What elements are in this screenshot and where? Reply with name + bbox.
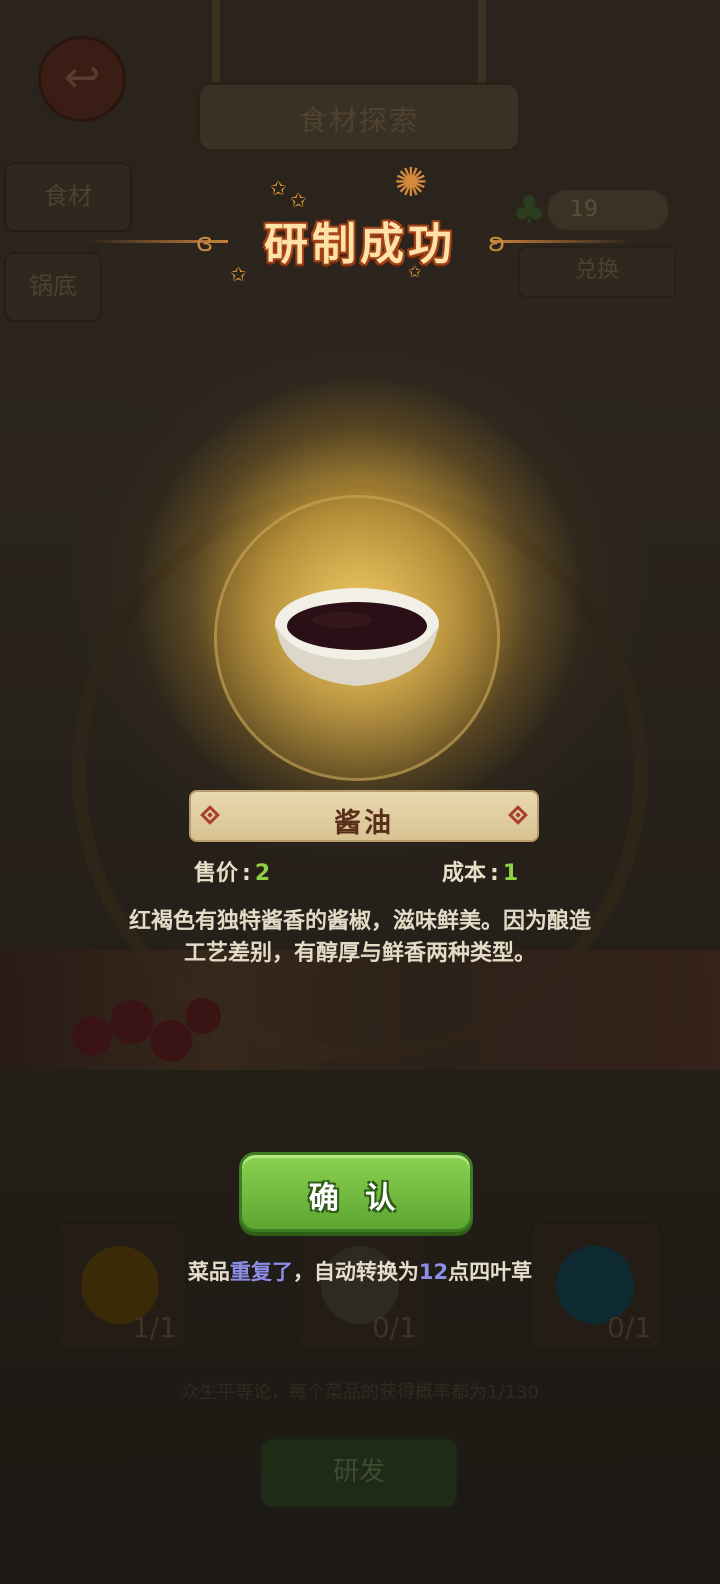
- notice-suffix: 点四叶草: [448, 1260, 533, 1284]
- soy-sauce-bowl-icon: [275, 588, 439, 686]
- item-description: 红褐色有独特酱香的酱椒，滋味鲜美。因为酿造 工艺差别，有醇厚与鲜香两种类型。: [60, 906, 660, 970]
- dish-card[interactable]: 0/1: [530, 1222, 662, 1350]
- dish-count: 1/1: [131, 1311, 177, 1344]
- notice-middle: ，自动转换为: [292, 1260, 419, 1284]
- confirm-button[interactable]: 确 认: [239, 1152, 473, 1232]
- develop-button[interactable]: 研发: [260, 1438, 458, 1508]
- notice-duplicate: 重复了: [229, 1260, 293, 1284]
- cost-value: 1: [502, 861, 519, 886]
- berry-icon: [72, 1016, 112, 1056]
- description-line: 工艺差别，有醇厚与鲜香两种类型。: [183, 941, 536, 966]
- notice-clover-amount: 12: [418, 1260, 449, 1284]
- back-arrow-icon: ↩: [63, 52, 101, 103]
- dish-card[interactable]: 0/1: [295, 1222, 427, 1350]
- dish-count: 0/1: [371, 1311, 417, 1344]
- item-name: 酱油: [334, 808, 394, 839]
- price-stat: 售价:2: [194, 861, 271, 886]
- back-button[interactable]: ↩: [38, 36, 126, 122]
- description-line: 红褐色有独特酱香的酱椒，滋味鲜美。因为酿造: [128, 909, 591, 934]
- dish-count: 0/1: [606, 1311, 652, 1344]
- price-value: 2: [254, 861, 271, 886]
- page-title-sign: 食材探索: [197, 82, 521, 152]
- probability-rule-text: 众生平等论，每个菜品的获得概率都为1/130: [181, 1382, 539, 1403]
- sign-rope: [212, 0, 220, 90]
- page-title: 食材探索: [298, 104, 419, 137]
- star-icon: ✩: [270, 176, 287, 200]
- price-label: 售价: [194, 861, 239, 886]
- cost-label: 成本: [442, 861, 487, 886]
- berry-icon: [185, 998, 221, 1034]
- popup-title: 研制成功: [264, 219, 456, 270]
- berry-icon: [110, 1000, 154, 1044]
- berry-icon: [150, 1020, 192, 1062]
- sign-rope: [478, 0, 486, 90]
- cost-stat: 成本:1: [442, 861, 519, 886]
- confirm-button-label: 确 认: [308, 1181, 404, 1216]
- notice-prefix: 菜品: [187, 1260, 230, 1284]
- dish-card[interactable]: 1/1: [55, 1222, 187, 1350]
- sunburst-icon: ✺: [394, 160, 428, 206]
- duplicate-notice: 菜品重复了，自动转换为12点四叶草: [0, 1256, 720, 1286]
- item-name-banner: 酱油: [189, 790, 539, 842]
